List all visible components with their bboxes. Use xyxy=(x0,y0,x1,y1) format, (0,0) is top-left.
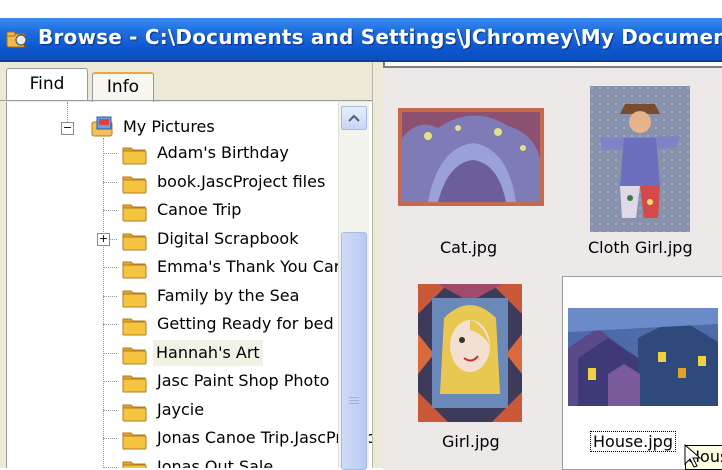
collapse-icon[interactable]: − xyxy=(61,122,74,135)
grip-line xyxy=(349,403,359,404)
folder-icon xyxy=(122,204,147,222)
tree-line xyxy=(103,267,117,268)
folder-tree[interactable]: − My Pictures Adam's Birthday book.JascPr… xyxy=(6,102,373,468)
thumbnail-label[interactable]: Cat.jpg xyxy=(440,238,497,257)
folder-icon xyxy=(122,290,147,307)
folder-icon xyxy=(122,404,147,421)
thumbnail-girl[interactable] xyxy=(418,284,522,422)
tree-item-label: Digital Scrapbook xyxy=(157,228,299,248)
tree-item-label: Family by the Sea xyxy=(157,285,300,305)
thumbnail-cat[interactable] xyxy=(398,108,544,206)
thumbnail-label[interactable]: House.jpg xyxy=(590,431,676,452)
tree-item-label: My Pictures xyxy=(123,117,215,136)
tree-line xyxy=(103,352,117,354)
tree-line xyxy=(103,153,117,154)
scroll-up-button[interactable] xyxy=(341,106,367,130)
cursor-arrow-icon xyxy=(684,444,702,468)
tree-scrollbar[interactable] xyxy=(338,102,369,470)
tree-item-label: Getting Ready for bed xyxy=(157,314,334,333)
thumbnail-label-text: House.jpg xyxy=(590,431,676,452)
tree-line xyxy=(103,181,117,183)
folder-icon xyxy=(122,233,147,250)
tab-info[interactable]: Info xyxy=(92,72,154,102)
folder-browse-icon xyxy=(6,31,28,49)
navigation-pane: Find Info − My Pictures Adam's Birthday b… xyxy=(0,62,373,470)
folder-icon xyxy=(122,347,147,364)
folder-icon xyxy=(122,375,147,393)
tree-item-label: Adam's Birthday xyxy=(157,143,289,162)
tree-line xyxy=(103,295,117,297)
folder-icon xyxy=(122,461,147,468)
grip-line xyxy=(349,397,359,398)
folder-icon xyxy=(122,261,147,279)
folder-icon xyxy=(122,318,147,336)
thumbnail-label[interactable]: Girl.jpg xyxy=(442,432,500,451)
folder-icon xyxy=(122,176,147,193)
folder-icon xyxy=(122,432,147,450)
window-titlebar: Browse - C:\Documents and Settings\JChro… xyxy=(0,0,722,62)
tree-line xyxy=(103,381,117,382)
tree-item-label: Canoe Trip xyxy=(157,200,242,219)
window-title: Browse - C:\Documents and Settings\JChro… xyxy=(38,25,722,49)
thumbnail-label[interactable]: Cloth Girl.jpg xyxy=(588,238,693,257)
tree-item-label: Jaycie xyxy=(157,399,205,419)
tree-line xyxy=(103,138,104,468)
tab-strip: Find Info xyxy=(0,62,372,102)
grip-line xyxy=(349,400,359,401)
tree-line xyxy=(103,438,117,439)
tree-line xyxy=(103,324,117,325)
tree-line xyxy=(103,466,117,468)
tree-item-label: Hannah's Art xyxy=(153,339,263,366)
thumbnail-house[interactable] xyxy=(568,308,718,406)
scroll-thumb[interactable] xyxy=(341,232,367,470)
tree-item-label: Jasc Paint Shop Photo xyxy=(157,371,330,390)
tab-find[interactable]: Find xyxy=(6,68,88,101)
tree-item-label: Emma's Thank You Cards xyxy=(157,257,359,276)
chevron-up-icon xyxy=(348,114,360,122)
tree-item-label: book.JascProject files xyxy=(157,171,326,191)
tree-item-label: Jonas Out Sale... xyxy=(157,456,289,469)
thumbnail-cloth-girl[interactable] xyxy=(590,86,690,232)
tree-line xyxy=(103,210,117,211)
my-pictures-folder-icon xyxy=(91,116,113,137)
folder-icon xyxy=(122,147,147,165)
expand-icon[interactable]: + xyxy=(97,232,110,246)
tab-divider xyxy=(0,100,372,101)
tree-line xyxy=(103,409,117,411)
